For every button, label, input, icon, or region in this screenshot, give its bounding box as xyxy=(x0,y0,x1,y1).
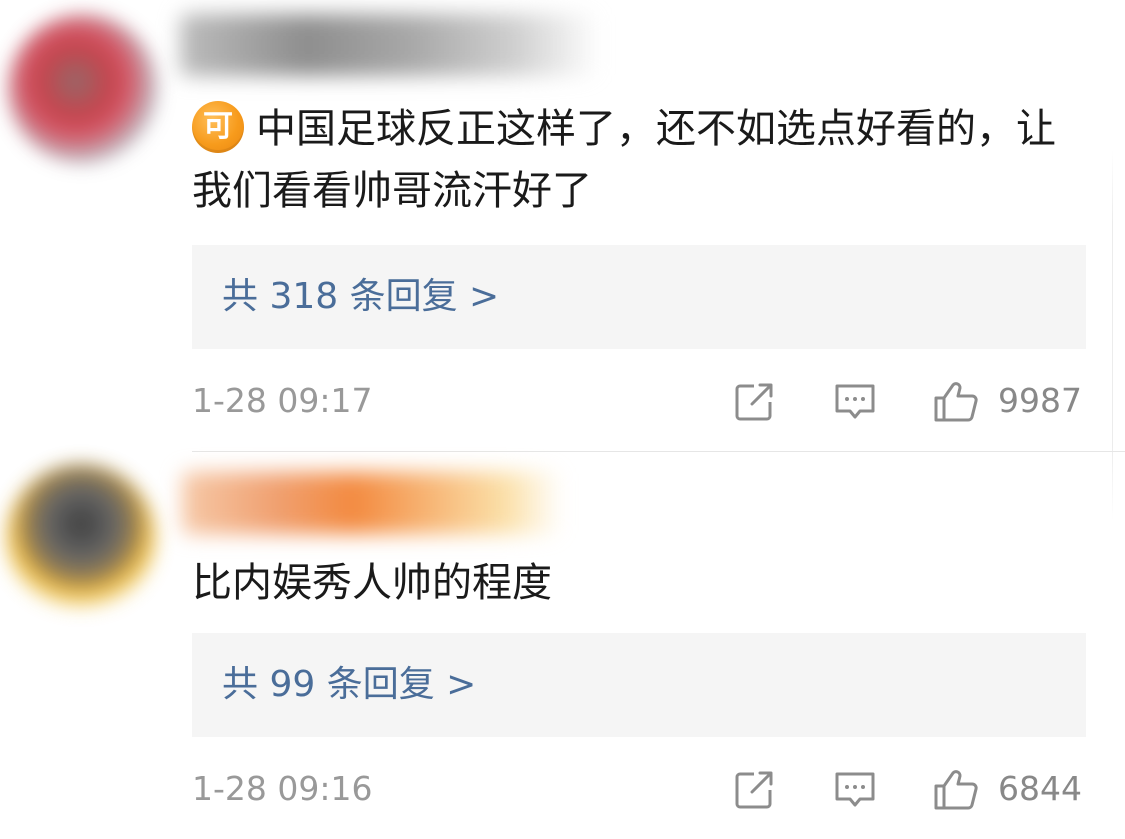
username-blurred[interactable] xyxy=(180,14,600,76)
share-icon xyxy=(735,383,773,421)
view-replies-button[interactable]: 共 99 条回复 > xyxy=(192,633,1086,737)
reply-button[interactable] xyxy=(832,380,878,424)
avatar[interactable] xyxy=(6,464,156,614)
share-button[interactable] xyxy=(732,768,776,812)
like-button[interactable]: 6844 xyxy=(932,768,1086,812)
comment-item: 可中国足球反正这样了，还不如选点好看的，让我们看看帅哥流汗好了 共 318 条回… xyxy=(0,0,1125,452)
like-icon xyxy=(934,382,978,422)
like-button[interactable]: 9987 xyxy=(932,380,1086,424)
comment-meta: 1-28 09:17 9987 xyxy=(192,376,1086,426)
comment-text: 可中国足球反正这样了，还不如选点好看的，让我们看看帅哥流汗好了 xyxy=(192,98,1072,222)
comment-icon xyxy=(835,772,875,807)
view-replies-button[interactable]: 共 318 条回复 > xyxy=(192,245,1086,349)
username-blurred[interactable] xyxy=(182,472,562,534)
comment-timestamp: 1-28 09:16 xyxy=(192,769,373,808)
comment-item: 比内娱秀人帅的程度 共 99 条回复 > 1-28 09:16 6844 xyxy=(0,452,1125,839)
like-count: 9987 xyxy=(998,381,1082,420)
comment-body: 中国足球反正这样了，还不如选点好看的，让我们看看帅哥流汗好了 xyxy=(192,106,1056,214)
share-button[interactable] xyxy=(732,380,776,424)
comment-icon xyxy=(835,384,875,419)
reply-button[interactable] xyxy=(832,768,878,812)
badge-icon: 可 xyxy=(192,101,244,153)
comment-timestamp: 1-28 09:17 xyxy=(192,381,373,420)
comment-meta: 1-28 09:16 6844 xyxy=(192,764,1086,814)
avatar[interactable] xyxy=(8,14,158,164)
comment-text: 比内娱秀人帅的程度 xyxy=(192,552,1072,614)
comment-body: 比内娱秀人帅的程度 xyxy=(192,560,552,606)
like-icon xyxy=(934,770,978,810)
replies-count-label: 共 99 条回复 > xyxy=(222,664,477,705)
replies-count-label: 共 318 条回复 > xyxy=(222,276,500,317)
like-count: 6844 xyxy=(998,769,1082,808)
share-icon xyxy=(735,771,773,809)
